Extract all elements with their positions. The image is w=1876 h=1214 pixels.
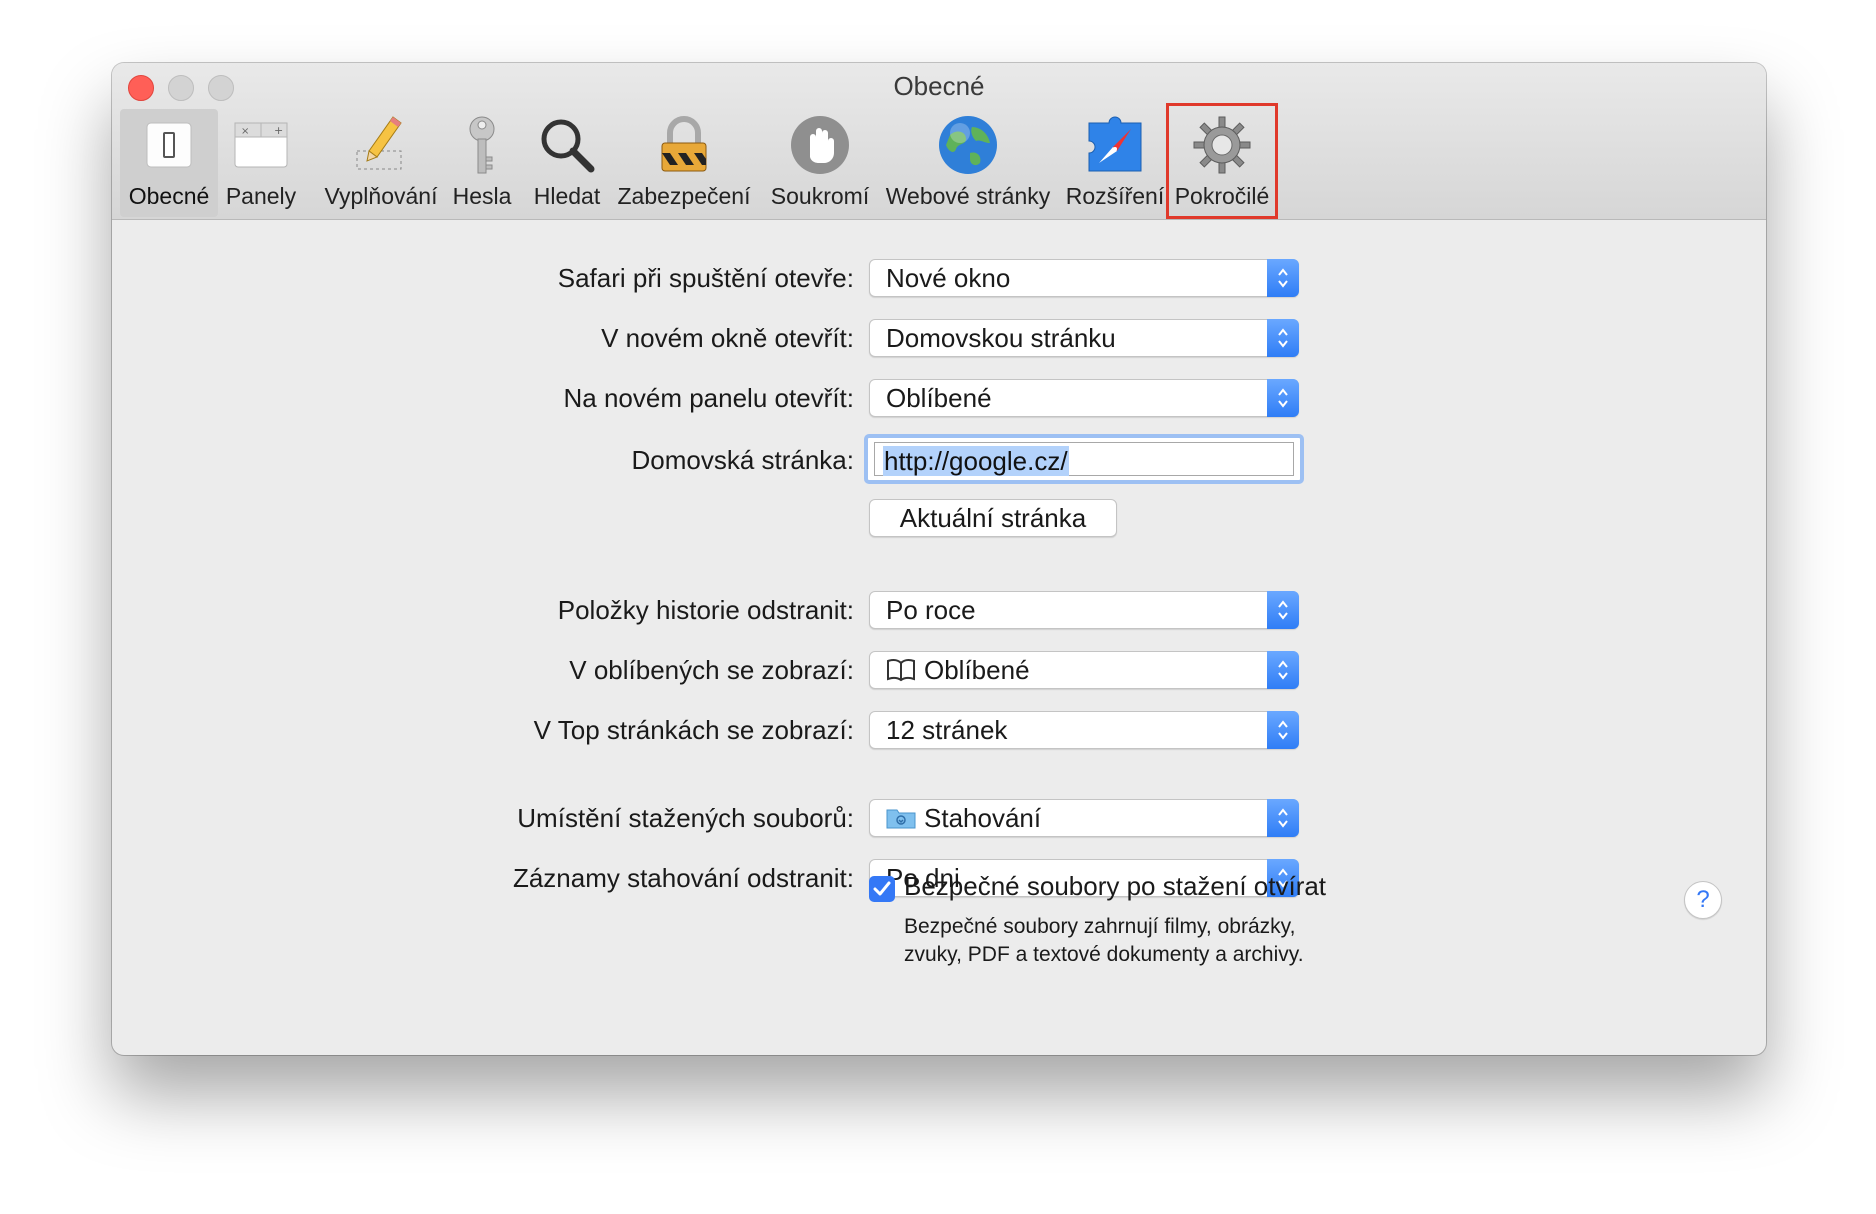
pencil-autofill-icon [349,113,413,177]
hand-icon [788,113,852,177]
tab-extensions[interactable]: Rozšíření [1060,109,1170,217]
new-tab-label: Na novém panelu otevřít: [563,383,855,413]
safe-files-desc-line2: zvuky, PDF a textové dokumenty a archivy… [904,943,1304,966]
general-switch-icon [137,113,201,177]
tab-search[interactable]: Hledat [525,109,609,217]
homepage-input-value: http://google.cz/ [883,446,1069,476]
tab-label: Vyplňování [324,183,438,209]
gear-icon [1190,113,1254,177]
help-button[interactable]: ? [1684,881,1722,919]
popup-value: Domovskou stránku [886,323,1116,353]
preferences-toolbar: Obecné Obecné × + Panely Vyplňování Hesl… [112,63,1766,220]
chevron-updown-icon [1267,799,1299,837]
svg-text:×: × [241,126,249,137]
chevron-updown-icon [1267,319,1299,357]
padlock-icon [652,113,716,177]
new-window-popup[interactable]: Domovskou stránku [869,319,1299,357]
safe-files-label[interactable]: Bezpečné soubory po stažení otvírat [904,871,1326,902]
chevron-updown-icon [1267,379,1299,417]
tab-label: Hesla [452,183,512,209]
safe-files-desc-line1: Bezpečné soubory zahrnují filmy, obrázky… [904,915,1296,938]
history-popup[interactable]: Po roce [869,591,1299,629]
tab-label: Soukromí [770,183,870,209]
tab-label: Rozšíření [1065,183,1165,209]
new-window-label: V novém okně otevřít: [601,323,854,353]
chevron-updown-icon [1267,651,1299,689]
tab-passwords[interactable]: Hesla [442,109,522,217]
popup-value: Po roce [886,595,976,625]
download-clear-label: Záznamy stahování odstranit: [512,863,854,893]
key-icon [450,113,514,177]
tabs-icon: × + [229,113,293,177]
popup-value: 12 stránek [886,715,1008,745]
topsites-label: V Top stránkách se zobrazí: [533,715,854,745]
preferences-window: Obecné Obecné × + Panely Vyplňování Hesl… [112,63,1766,1055]
tab-label: Pokročilé [1174,183,1270,209]
download-location-text: Stahování [924,803,1042,833]
tab-label: Webové stránky [885,183,1051,209]
topsites-popup[interactable]: 12 stránek [869,711,1299,749]
tab-general[interactable]: Obecné [120,109,218,217]
tab-tabs[interactable]: × + Panely [222,109,300,217]
globe-icon [936,113,1000,177]
chevron-updown-icon [1267,711,1299,749]
tab-label: Obecné [128,183,210,209]
homepage-label: Domovská stránka: [631,445,854,475]
tab-autofill[interactable]: Vyplňování [307,109,455,217]
tab-label: Zabezpečení [617,183,751,209]
homepage-input-box: http://google.cz/ [874,442,1294,476]
tab-privacy[interactable]: Soukromí [760,109,880,217]
chevron-updown-icon [1267,259,1299,297]
download-location-label: Umístění stažených souborů: [517,803,854,833]
window-title: Obecné [893,71,985,101]
tab-label: Panely [225,183,297,209]
popup-value: Oblíbené [886,383,992,413]
chevron-updown-icon [1267,591,1299,629]
homepage-input[interactable]: http://google.cz/ [864,434,1304,484]
popup-value: Nové okno [886,263,1011,293]
startup-popup[interactable]: Nové okno [869,259,1299,297]
tab-websites[interactable]: Webové stránky [876,109,1060,217]
checkmark-icon [873,881,891,896]
tab-advanced[interactable]: Pokročilé [1166,103,1278,219]
history-label: Položky historie odstranit: [557,595,854,625]
current-page-button[interactable]: Aktuální stránka [869,499,1117,537]
popup-value: Oblíbené [886,652,1030,688]
download-location-popup[interactable]: Stahování [869,799,1299,837]
favorites-label: V oblíbených se zobrazí: [569,655,854,685]
popup-value: Stahování [886,800,1041,836]
magnifier-icon [535,113,599,177]
startup-label: Safari při spuštění otevře: [557,263,854,293]
new-tab-popup[interactable]: Oblíbené [869,379,1299,417]
downloads-folder-icon [886,809,916,829]
book-icon [887,658,915,682]
puzzle-compass-icon [1083,113,1147,177]
safe-files-description: Bezpečné soubory zahrnují filmy, obrázky… [904,913,1374,969]
tab-security[interactable]: Zabezpečení [612,109,756,217]
favorites-popup-text: Oblíbené [924,655,1030,685]
favorites-popup[interactable]: Oblíbené [869,651,1299,689]
svg-text:+: + [274,124,283,137]
safe-files-checkbox[interactable] [869,876,895,902]
tab-label: Hledat [533,183,601,209]
